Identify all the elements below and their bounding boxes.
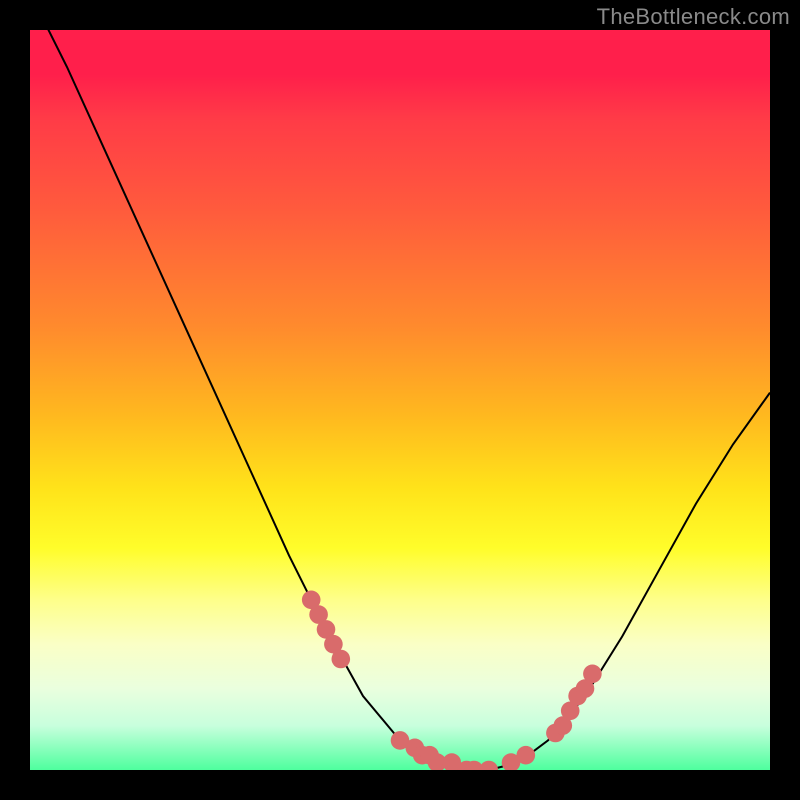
data-marker bbox=[480, 761, 499, 770]
data-markers bbox=[302, 591, 602, 771]
data-marker bbox=[583, 665, 602, 684]
data-marker bbox=[517, 746, 536, 765]
chart-svg bbox=[30, 30, 770, 770]
watermark-text: TheBottleneck.com bbox=[597, 4, 790, 30]
bottleneck-curve bbox=[30, 30, 770, 770]
chart-frame: TheBottleneck.com bbox=[0, 0, 800, 800]
plot-area bbox=[30, 30, 770, 770]
data-marker bbox=[332, 650, 351, 669]
